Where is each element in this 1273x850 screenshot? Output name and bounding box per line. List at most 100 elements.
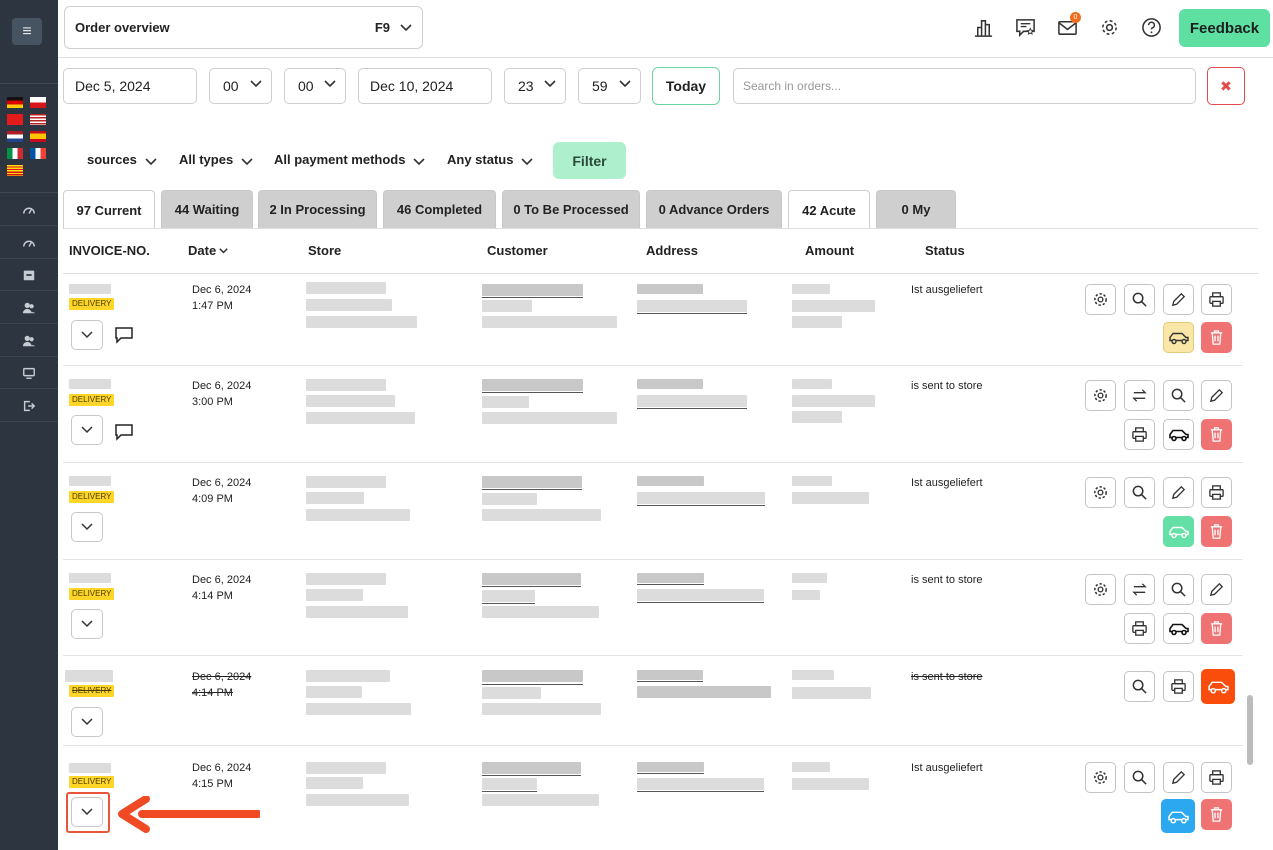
tab-my[interactable]: 0 My [876,190,956,228]
flag-fr[interactable] [30,148,46,159]
settings-button[interactable] [1085,380,1116,411]
comment-icon[interactable] [114,326,134,344]
users-icon[interactable] [0,292,58,324]
to-minute-select[interactable]: 59 [578,68,641,104]
print-button[interactable] [1201,284,1232,315]
column-address: Address [646,243,699,258]
status-dropdown[interactable]: Any status [447,152,534,167]
monitor-icon[interactable] [0,357,58,389]
print-button[interactable] [1124,419,1155,450]
delivery-car-button[interactable] [1201,669,1235,704]
delivery-car-button[interactable] [1161,799,1195,833]
mail-icon[interactable]: 0 [1056,12,1081,38]
flag-ca[interactable] [7,165,23,176]
expand-row-button[interactable] [71,512,103,542]
to-date-input[interactable]: Dec 10, 2024 [358,68,492,104]
view-order-button[interactable] [1163,574,1194,605]
payment-dropdown[interactable]: All payment methods [274,152,426,167]
flag-nl[interactable] [7,131,23,142]
view-order-button[interactable] [1124,671,1155,702]
table-row[interactable]: DELIVERY Dec 6, 2024 1:47 PM Ist ausgelie… [63,274,1243,366]
expand-row-button[interactable] [71,707,103,737]
from-hour-select[interactable]: 00 [209,68,272,104]
view-order-button[interactable] [1124,762,1155,793]
settings-button[interactable] [1085,574,1116,605]
from-date-input[interactable]: Dec 5, 2024 [63,68,197,104]
filter-button[interactable]: Filter [553,142,626,179]
settings-button[interactable] [1085,477,1116,508]
feedback-button[interactable]: Feedback [1179,9,1270,47]
types-dropdown[interactable]: All types [179,152,253,167]
tab-advance-orders[interactable]: 0 Advance Orders [646,190,782,228]
settings-button[interactable] [1085,284,1116,315]
dashboard-icon[interactable] [0,227,58,259]
edit-order-button[interactable] [1163,477,1194,508]
print-button[interactable] [1201,762,1232,793]
delete-order-button[interactable] [1201,516,1232,547]
delete-order-button[interactable] [1201,799,1232,830]
tab-waiting[interactable]: 44 Waiting [161,190,253,228]
print-button[interactable] [1124,613,1155,644]
delete-order-button[interactable] [1201,322,1232,353]
clear-search-button[interactable]: ✖ [1207,67,1245,105]
search-input[interactable] [733,68,1196,104]
bar-chart-icon[interactable] [972,16,994,38]
table-row[interactable]: DELIVERY Dec 6, 2024 4:09 PM Ist ausgelie… [63,463,1243,560]
delete-order-button[interactable] [1201,613,1232,644]
trash-icon [1210,330,1223,345]
transfer-order-button[interactable] [1124,574,1155,605]
edit-order-button[interactable] [1201,380,1232,411]
tab-in-processing[interactable]: 2 In Processing [258,190,377,228]
sources-dropdown[interactable]: sources [87,152,157,167]
flag-de[interactable] [7,97,23,108]
delivery-car-button[interactable] [1163,419,1194,450]
transfer-order-button[interactable] [1124,380,1155,411]
print-button[interactable] [1201,477,1232,508]
store-redacted [306,686,362,698]
expand-row-button[interactable] [71,609,103,639]
delete-order-button[interactable] [1201,419,1232,450]
view-order-button[interactable] [1124,284,1155,315]
to-hour-select[interactable]: 23 [504,68,566,104]
column-invoice[interactable]: INVOICE-NO. [69,243,150,258]
print-button[interactable] [1163,671,1194,702]
tab-acute[interactable]: 42 Acute [788,190,870,229]
comment-icon[interactable] [114,423,134,441]
help-icon[interactable] [1140,16,1162,38]
table-row[interactable]: DELIVERY Dec 6, 2024 3:00 PM is sent to s… [63,366,1243,463]
logout-icon[interactable] [0,390,58,422]
tab-completed[interactable]: 46 Completed [383,190,496,228]
customer-redacted [482,590,535,602]
dashboard-icon[interactable] [0,194,58,226]
settings-button[interactable] [1085,762,1116,793]
expand-row-button[interactable] [71,320,103,350]
view-order-button[interactable] [1163,380,1194,411]
hamburger-icon[interactable]: ≡ [12,18,42,45]
delivery-car-button[interactable] [1163,322,1194,353]
tab-current[interactable]: 97 Current [63,190,155,229]
flag-es[interactable] [30,131,46,142]
tab-to-be-processed[interactable]: 0 To Be Processed [502,190,640,228]
today-button[interactable]: Today [652,67,720,105]
flag-it[interactable] [7,148,23,159]
flag-cz[interactable] [30,97,46,108]
view-order-button[interactable] [1124,477,1155,508]
edit-order-button[interactable] [1201,574,1232,605]
users-icon[interactable] [0,325,58,357]
flag-us[interactable] [30,114,46,125]
edit-order-button[interactable] [1163,762,1194,793]
flag-ch[interactable] [7,114,23,125]
rating-comment-icon[interactable] [1014,16,1036,38]
delivery-car-button[interactable] [1163,613,1194,644]
store-icon[interactable] [0,259,58,291]
delivery-car-button[interactable] [1163,516,1194,547]
column-date[interactable]: Date [188,243,228,258]
edit-order-button[interactable] [1163,284,1194,315]
from-minute-select[interactable]: 00 [284,68,346,104]
expand-row-button[interactable] [71,415,103,445]
view-select[interactable]: Order overview F9 [64,6,423,49]
gear-icon[interactable] [1098,16,1120,38]
table-row[interactable]: DELIVERY Dec 6, 2024 4:14 PM is sent to s… [63,560,1243,656]
scrollbar-thumb[interactable] [1247,695,1253,765]
table-row[interactable]: DELIVERY Dec 6, 2024 4:14 PM is sent to s… [63,656,1243,746]
